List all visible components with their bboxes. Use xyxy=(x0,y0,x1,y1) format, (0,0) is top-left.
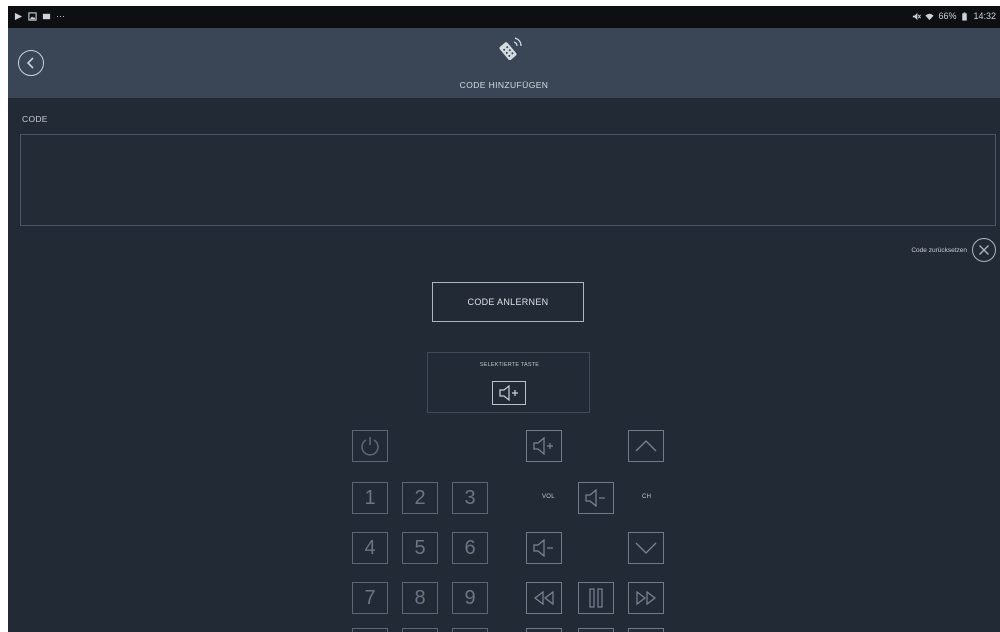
code-label: CODE xyxy=(22,114,48,124)
screen: ··· 66% 14:32 CODE HINZUFÜGEN CODE Code … xyxy=(8,6,1000,632)
back-arrow-icon xyxy=(26,57,34,69)
key-partial-1[interactable] xyxy=(526,628,562,632)
reset-code-button[interactable] xyxy=(972,238,996,262)
volume-up-key[interactable] xyxy=(526,430,562,462)
key-7[interactable]: 7 xyxy=(352,582,388,614)
remote-control-icon xyxy=(499,37,522,61)
key-1[interactable]: 1 xyxy=(352,482,388,514)
power-key[interactable] xyxy=(352,430,388,462)
volume-up-icon xyxy=(499,385,518,401)
gallery-icon xyxy=(28,11,37,21)
battery-icon xyxy=(962,11,968,21)
key-4[interactable]: 4 xyxy=(352,532,388,564)
play-store-icon xyxy=(14,12,23,20)
key-bottom-left[interactable] xyxy=(352,628,388,632)
channel-down-key[interactable] xyxy=(628,532,664,564)
reset-code-label[interactable]: Code zurücksetzen xyxy=(911,247,967,254)
ch-label: CH xyxy=(642,494,652,500)
mute-icon xyxy=(913,12,922,20)
key-0[interactable] xyxy=(402,628,438,632)
channel-up-key[interactable] xyxy=(628,430,664,462)
close-circle-icon xyxy=(979,245,989,255)
key-6[interactable]: 6 xyxy=(452,532,488,564)
fast-forward-key[interactable] xyxy=(628,582,664,614)
fast-forward-icon xyxy=(636,590,656,606)
clock: 14:32 xyxy=(973,11,996,21)
screenshot-icon xyxy=(42,13,51,19)
back-button[interactable] xyxy=(18,50,44,76)
chevron-up-icon xyxy=(635,440,657,452)
key-bottom-right[interactable] xyxy=(452,628,488,632)
key-partial-3[interactable] xyxy=(628,628,664,632)
key-partial-2[interactable] xyxy=(578,628,614,632)
battery-percent: 66% xyxy=(938,11,957,21)
reset-code-row: Code zurücksetzen xyxy=(911,238,996,262)
key-5[interactable]: 5 xyxy=(402,532,438,564)
learn-code-button[interactable]: CODE ANLERNEN xyxy=(432,282,584,322)
selected-key-label: SELEKTIERTE TASTE xyxy=(479,362,540,368)
app-header: CODE HINZUFÜGEN xyxy=(8,28,1000,98)
wifi-icon xyxy=(925,13,935,20)
volume-down-icon xyxy=(533,539,553,557)
selected-key-panel: SELEKTIERTE TASTE xyxy=(427,352,590,413)
status-bar: ··· 66% 14:32 xyxy=(8,6,1000,28)
mute-key[interactable] xyxy=(578,482,614,514)
key-3[interactable]: 3 xyxy=(452,482,488,514)
volume-mute-icon xyxy=(585,489,605,507)
pause-key[interactable] xyxy=(578,582,614,614)
volume-up-icon xyxy=(533,437,553,455)
rewind-icon xyxy=(534,590,554,606)
chevron-down-icon xyxy=(635,542,657,554)
key-9[interactable]: 9 xyxy=(452,582,488,614)
code-field[interactable] xyxy=(20,134,996,226)
key-2[interactable]: 2 xyxy=(402,482,438,514)
power-icon xyxy=(361,437,379,456)
vol-label: VOL xyxy=(542,494,555,500)
pause-icon xyxy=(589,588,603,608)
key-8[interactable]: 8 xyxy=(402,582,438,614)
rewind-key[interactable] xyxy=(526,582,562,614)
more-notifications-icon: ··· xyxy=(56,11,65,21)
page-title: CODE HINZUFÜGEN xyxy=(459,80,549,90)
selected-key-display xyxy=(492,381,526,405)
volume-down-key[interactable] xyxy=(526,532,562,564)
